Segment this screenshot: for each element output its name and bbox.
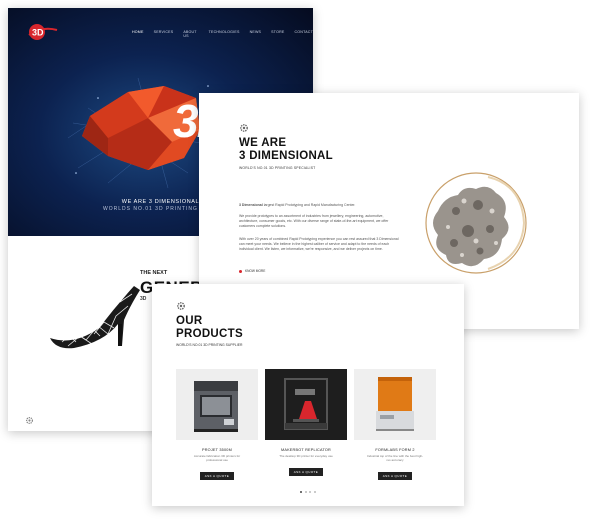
product-description: Accurate fabrication 3D printers for pro… xyxy=(193,454,241,462)
about-paragraph-2: We provide prototypes to an assortment o… xyxy=(239,214,389,228)
about-title-line1: WE ARE xyxy=(239,137,287,149)
product-description: The desktop 3D printer for everyday use xyxy=(279,454,333,458)
products-title-line1: OUR xyxy=(176,315,203,327)
product-image[interactable] xyxy=(265,369,347,440)
know-more-label: KNOW MORE xyxy=(245,269,266,273)
product-name: FORMLABS FORM 2 xyxy=(375,448,415,452)
about-title: WE ARE 3 DIMENSIONAL xyxy=(239,137,333,163)
pagination-dot[interactable] xyxy=(309,491,311,493)
product-card: FORMLABS FORM 2 Industrial top of the li… xyxy=(354,369,436,480)
products-title-line2: PRODUCTS xyxy=(176,328,243,340)
about-intro: 3 Dimensional largest Rapid Prototyping … xyxy=(239,203,399,208)
products-tagline: WORLD'S NO.01 3D PRINTING SUPPLIER xyxy=(176,343,243,347)
product-image[interactable] xyxy=(354,369,436,440)
products-card: OUR PRODUCTS WORLD'S NO.01 3D PRINTING S… xyxy=(152,284,464,506)
nav-store[interactable]: STORE xyxy=(271,30,284,38)
product-name: MAKERBOT REPLICATOR xyxy=(280,448,331,452)
nav-contact[interactable]: CONTACT xyxy=(294,30,313,38)
know-more-link[interactable]: KNOW MORE xyxy=(239,269,265,273)
product-card: MAKERBOT REPLICATOR The desktop 3D print… xyxy=(265,369,347,476)
nav-about-us[interactable]: ABOUT US xyxy=(183,30,198,38)
desktop-printer-icon xyxy=(284,378,328,430)
next-gen-label: THE NEXT xyxy=(140,270,168,276)
resin-printer-icon xyxy=(376,377,414,431)
gear-icon xyxy=(240,124,248,132)
about-intro-bold: 3 Dimensional xyxy=(239,203,263,207)
nav-news[interactable]: NEWS xyxy=(250,30,262,38)
ask-quote-button[interactable]: ASK A QUOTE xyxy=(378,471,412,480)
main-navigation: HOME SERVICES ABOUT US TECHNOLOGIES NEWS… xyxy=(132,30,313,38)
red-dot-icon xyxy=(239,269,242,273)
about-intro-rest: largest Rapid Prototyping and Rapid Manu… xyxy=(262,203,356,207)
product-image[interactable] xyxy=(176,369,258,440)
pagination-dot[interactable] xyxy=(304,491,307,493)
sculpture-image xyxy=(425,172,527,274)
pagination-dot[interactable] xyxy=(300,491,302,493)
printed-shoe-image xyxy=(50,286,140,349)
about-title-line2: 3 DIMENSIONAL xyxy=(239,150,333,162)
product-name: PROJET 3500M xyxy=(202,448,232,452)
industrial-printer-icon xyxy=(194,381,238,432)
nav-technologies[interactable]: TECHNOLOGIES xyxy=(209,30,240,38)
products-title: OUR PRODUCTS xyxy=(176,315,243,341)
about-paragraph-3: With over 20 years of combined Rapid Pro… xyxy=(239,237,399,251)
ask-quote-button[interactable]: ASK A QUOTE xyxy=(200,471,234,480)
ask-quote-button[interactable]: ASK A QUOTE xyxy=(289,467,323,476)
nav-home[interactable]: HOME xyxy=(132,30,144,38)
nav-services[interactable]: SERVICES xyxy=(154,30,174,38)
pagination-dot[interactable] xyxy=(313,491,316,493)
gear-icon xyxy=(25,416,34,425)
product-card: PROJET 3500M Accurate fabrication 3D pri… xyxy=(176,369,258,480)
logo-text: 3D xyxy=(32,28,44,38)
gear-icon xyxy=(177,302,185,310)
product-description: Industrial top of the line with the best… xyxy=(366,454,424,462)
company-logo[interactable]: 3D xyxy=(26,22,58,42)
carousel-pagination xyxy=(300,491,316,493)
generation-subheading: 3D xyxy=(140,296,147,302)
about-tagline: WORLD'S NO.01 3D PRINTING SPECIALIST xyxy=(239,166,316,170)
